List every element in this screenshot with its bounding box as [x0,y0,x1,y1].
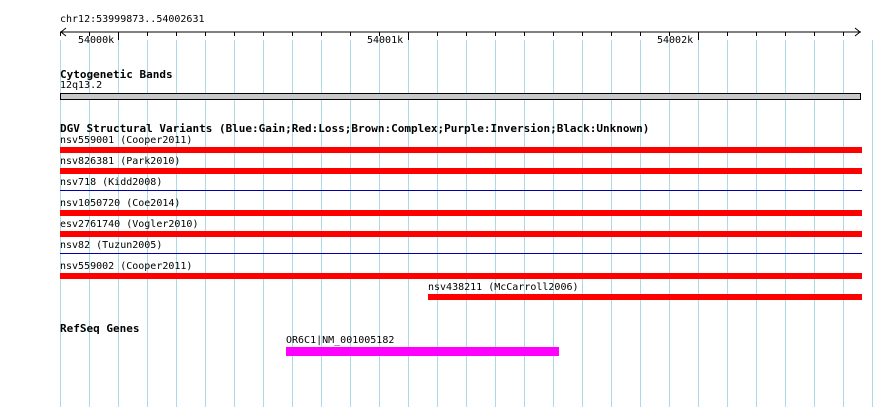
cytoband-bar[interactable] [60,93,861,100]
variant-bar[interactable] [60,210,862,216]
ruler-tick-label: 54000k [78,35,115,46]
ruler-axis [60,27,861,40]
ruler-tick-label: 54001k [367,35,404,46]
variant-bar[interactable] [60,147,862,153]
variant-bar[interactable] [428,294,862,300]
gene-bar[interactable] [286,347,559,356]
gene-label: OR6C1|NM_001005182 [286,335,395,346]
variant-bar[interactable] [60,168,862,174]
variant-label: esv2761740 (Vogler2010) [60,219,199,230]
variant-label: nsv1050720 (Coe2014) [60,198,181,209]
variant-bar[interactable] [60,253,862,254]
variant-label: nsv718 (Kidd2008) [60,177,163,188]
dgv-track-title: DGV Structural Variants (Blue:Gain;Red:L… [60,122,650,135]
variant-label: nsv82 (Tuzun2005) [60,240,163,251]
cytoband-label: 12q13.2 [60,80,103,91]
variant-label: nsv559002 (Cooper2011) [60,261,193,272]
variant-label: nsv559001 (Cooper2011) [60,135,193,146]
ruler-tick-label: 54002k [657,35,694,46]
variant-bar[interactable] [60,190,862,191]
variant-label: nsv826381 (Park2010) [60,156,181,167]
variant-bar[interactable] [60,231,862,237]
variant-label: nsv438211 (McCarroll2006) [428,282,579,293]
refseq-track-title: RefSeq Genes [60,322,140,335]
variant-bar[interactable] [60,273,862,279]
